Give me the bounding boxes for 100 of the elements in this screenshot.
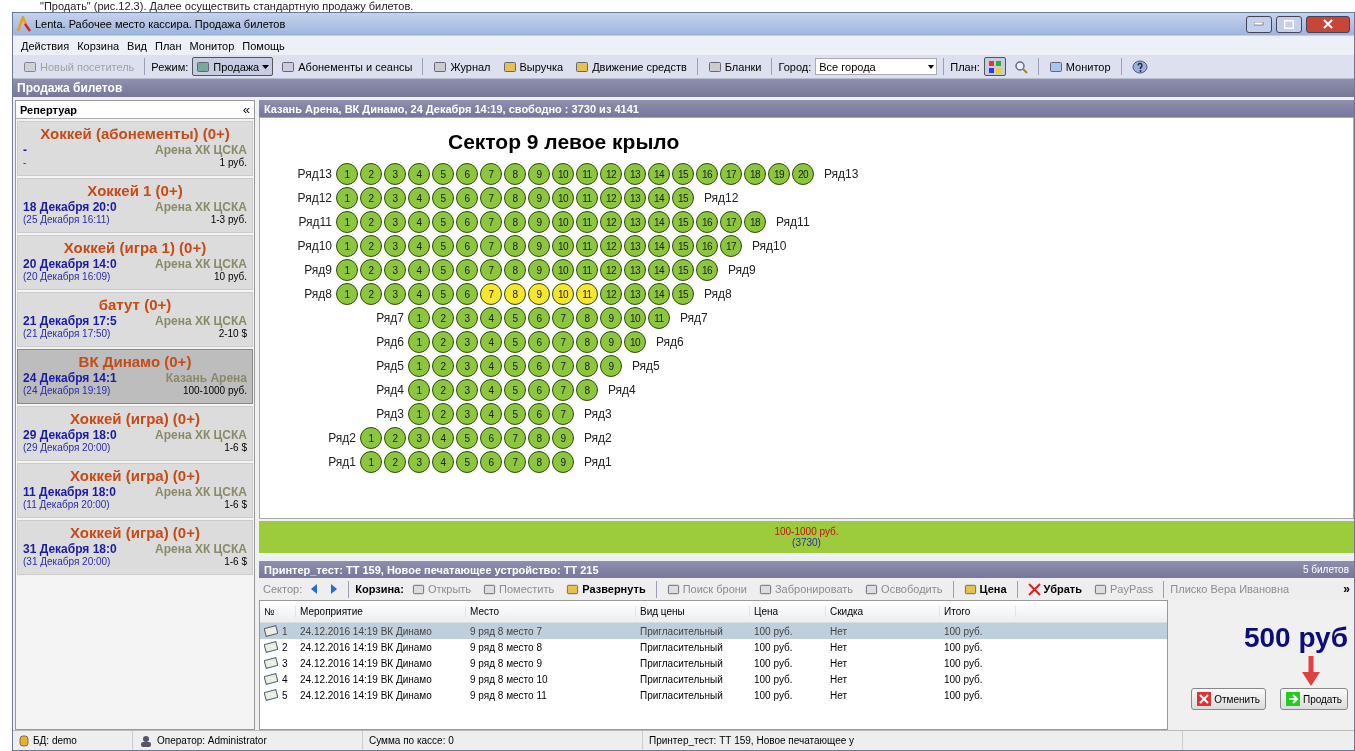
seat[interactable]: 14 <box>648 259 670 281</box>
seat[interactable]: 2 <box>432 379 454 401</box>
seat[interactable]: 13 <box>624 259 646 281</box>
seat[interactable]: 3 <box>456 355 478 377</box>
seat[interactable]: 5 <box>504 355 526 377</box>
menu-item[interactable]: Помощь <box>242 39 285 52</box>
toolbar-button[interactable]: Продажа <box>192 57 274 76</box>
seat[interactable]: 2 <box>360 163 382 185</box>
seat[interactable]: 16 <box>696 259 718 281</box>
seat[interactable]: 1 <box>336 283 358 305</box>
seat[interactable]: 2 <box>360 259 382 281</box>
seat[interactable]: 4 <box>432 451 454 473</box>
seat[interactable]: 6 <box>456 235 478 257</box>
seat[interactable]: 18 <box>744 163 766 185</box>
seat[interactable]: 5 <box>456 427 478 449</box>
toolbar-button[interactable]: Убрать <box>1023 579 1086 599</box>
seat[interactable]: 16 <box>696 211 718 233</box>
table-row[interactable]: 3 24.12.2016 14:19 ВК Динамо 9 ряд 8 место 9 Пригласительный 100 руб. Нет 100 руб. <box>260 655 1167 671</box>
seat[interactable]: 1 <box>360 451 382 473</box>
seat[interactable]: 13 <box>624 187 646 209</box>
seat[interactable]: 1 <box>336 163 358 185</box>
seat[interactable]: 15 <box>672 235 694 257</box>
seat[interactable]: 8 <box>576 355 598 377</box>
seat[interactable]: 4 <box>408 235 430 257</box>
seat[interactable]: 2 <box>360 187 382 209</box>
seat[interactable]: 13 <box>624 235 646 257</box>
seat[interactable]: 3 <box>384 235 406 257</box>
seat[interactable]: 6 <box>528 379 550 401</box>
seat[interactable]: 8 <box>528 451 550 473</box>
seat[interactable]: 3 <box>456 403 478 425</box>
seat[interactable]: 8 <box>504 283 526 305</box>
table-row[interactable]: 4 24.12.2016 14:19 ВК Динамо 9 ряд 8 место 10 Пригласительный 100 руб. Нет 100 руб. <box>260 671 1167 687</box>
toolbar-button[interactable]: Журнал <box>429 57 495 76</box>
seat[interactable]: 7 <box>552 379 574 401</box>
seat[interactable]: 7 <box>552 331 574 353</box>
seat[interactable]: 8 <box>504 235 526 257</box>
seat[interactable]: 8 <box>528 427 550 449</box>
seat[interactable]: 12 <box>600 187 622 209</box>
seat[interactable]: 4 <box>408 211 430 233</box>
seat[interactable]: 8 <box>504 259 526 281</box>
seat[interactable]: 6 <box>456 163 478 185</box>
seat[interactable]: 3 <box>384 283 406 305</box>
seat[interactable]: 4 <box>408 283 430 305</box>
menu-item[interactable]: План <box>155 39 182 52</box>
overflow-button[interactable]: » <box>1343 582 1350 596</box>
column-header[interactable]: Место <box>466 606 636 617</box>
seat[interactable]: 1 <box>408 355 430 377</box>
seat[interactable]: 5 <box>504 331 526 353</box>
seat[interactable]: 18 <box>744 211 766 233</box>
seat[interactable]: 6 <box>528 355 550 377</box>
seat[interactable]: 2 <box>432 403 454 425</box>
seat[interactable]: 1 <box>408 403 430 425</box>
seat[interactable]: 6 <box>528 331 550 353</box>
seat[interactable]: 9 <box>552 427 574 449</box>
seat[interactable]: 11 <box>576 187 598 209</box>
seat[interactable]: 2 <box>432 307 454 329</box>
seat[interactable]: 11 <box>648 307 670 329</box>
seat[interactable]: 14 <box>648 211 670 233</box>
seat[interactable]: 3 <box>384 163 406 185</box>
seat[interactable]: 6 <box>456 187 478 209</box>
seat[interactable]: 6 <box>528 307 550 329</box>
seat[interactable]: 10 <box>624 331 646 353</box>
seat[interactable]: 7 <box>480 163 502 185</box>
table-row[interactable]: 1 24.12.2016 14:19 ВК Динамо 9 ряд 8 место 7 Пригласительный 100 руб. Нет 100 руб. <box>260 623 1167 639</box>
seat[interactable]: 12 <box>600 259 622 281</box>
seat[interactable]: 2 <box>432 331 454 353</box>
seat[interactable]: 6 <box>480 451 502 473</box>
seat[interactable]: 9 <box>528 283 550 305</box>
table-row[interactable]: 5 24.12.2016 14:19 ВК Динамо 9 ряд 8 место 11 Пригласительный 100 руб. Нет 100 руб. <box>260 687 1167 703</box>
seat[interactable]: 1 <box>336 259 358 281</box>
seat[interactable]: 5 <box>432 163 454 185</box>
seat[interactable]: 4 <box>480 307 502 329</box>
seat[interactable]: 12 <box>600 163 622 185</box>
seat[interactable]: 5 <box>432 235 454 257</box>
seat[interactable]: 5 <box>504 403 526 425</box>
close-button[interactable] <box>1306 15 1350 33</box>
seat[interactable]: 2 <box>384 451 406 473</box>
toolbar-button[interactable]: Бланки <box>703 57 766 76</box>
seat[interactable]: 16 <box>696 235 718 257</box>
seat[interactable]: 15 <box>672 211 694 233</box>
menu-item[interactable]: Монитор <box>189 39 235 52</box>
seat[interactable]: 11 <box>576 163 598 185</box>
seat[interactable]: 8 <box>504 211 526 233</box>
seat[interactable]: 4 <box>480 403 502 425</box>
menu-item[interactable]: Корзина <box>77 39 120 52</box>
seat[interactable]: 17 <box>720 163 742 185</box>
seat[interactable]: 3 <box>456 379 478 401</box>
column-header[interactable]: Итого <box>940 606 1016 617</box>
seat[interactable]: 11 <box>576 235 598 257</box>
seat[interactable]: 3 <box>408 451 430 473</box>
seat[interactable]: 2 <box>432 355 454 377</box>
seat[interactable]: 10 <box>552 283 574 305</box>
seat[interactable]: 5 <box>504 307 526 329</box>
column-header[interactable]: Скидка <box>826 606 940 617</box>
column-header[interactable]: Вид цены <box>636 606 750 617</box>
seat[interactable]: 3 <box>384 187 406 209</box>
seat[interactable]: 4 <box>408 163 430 185</box>
seat[interactable]: 10 <box>624 307 646 329</box>
seat[interactable]: 14 <box>648 163 670 185</box>
menu-item[interactable]: Вид <box>127 39 147 52</box>
